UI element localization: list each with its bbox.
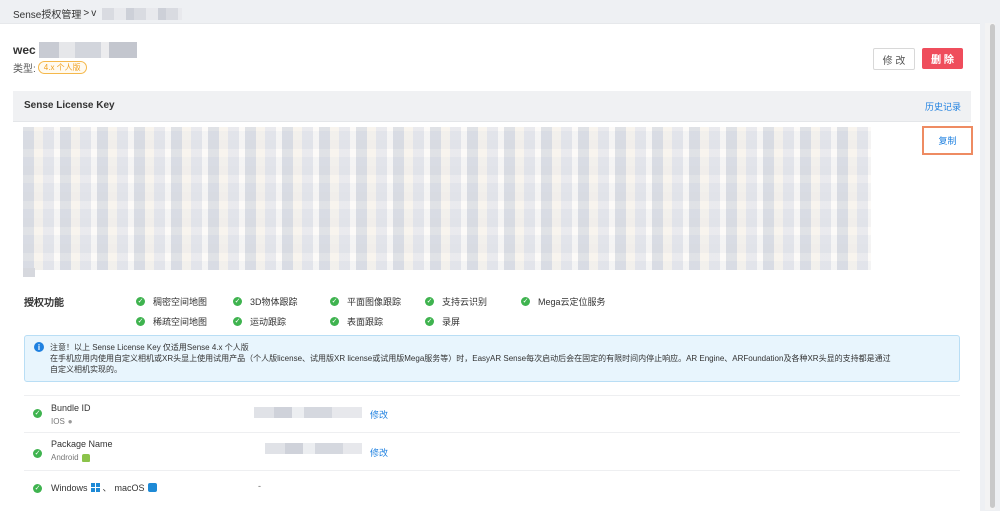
features-label: 授权功能 <box>24 298 64 309</box>
feature-item: ✓ 平面图像跟踪 <box>330 297 402 307</box>
delete-button[interactable]: 删 除 <box>922 48 963 69</box>
bundle-id-value-redacted <box>254 407 362 418</box>
breadcrumb-current: v <box>91 8 97 19</box>
breadcrumb-redacted <box>102 7 183 20</box>
check-icon: ✓ <box>425 317 434 326</box>
check-icon: ✓ <box>136 317 145 326</box>
notice-line-1: 注意！以上 Sense License Key 仅适用Sense 4.x 个人版 <box>50 343 249 352</box>
feature-item: ✓ 支持云识别 <box>425 297 488 307</box>
breadcrumb-separator: > <box>83 8 90 19</box>
check-icon: ✓ <box>233 297 242 306</box>
bundle-id-title: Bundle ID <box>51 403 91 413</box>
app-type-row: 类型: 4.x 个人版 <box>13 60 87 75</box>
android-icon <box>81 453 90 462</box>
license-key-value-redacted <box>23 127 871 270</box>
license-key-header: Sense License Key 历史记录 <box>13 91 971 122</box>
notice-line-2: 在手机应用内使用自定义相机或XR头显上使用试用产品（个人版license、试用版… <box>50 354 891 363</box>
check-icon: ✓ <box>233 317 242 326</box>
check-icon: ✓ <box>33 409 42 418</box>
check-icon: ✓ <box>330 297 339 306</box>
notice-banner: i 注意！以上 Sense License Key 仅适用Sense 4.x 个… <box>24 335 960 382</box>
android-platform: Android <box>51 453 90 462</box>
package-name-value-redacted <box>265 443 362 454</box>
type-badge: 4.x 个人版 <box>37 61 87 74</box>
check-icon: ✓ <box>33 449 42 458</box>
check-icon: ✓ <box>136 297 145 306</box>
macos-icon <box>147 483 157 492</box>
check-icon: ✓ <box>521 297 530 306</box>
copy-link[interactable]: 复制 <box>938 134 956 147</box>
desktop-value: - <box>258 481 261 491</box>
check-icon: ✓ <box>425 297 434 306</box>
check-icon: ✓ <box>33 484 42 493</box>
feature-item: ✓ 稀疏空间地图 <box>136 317 208 327</box>
divider <box>24 432 960 433</box>
apple-icon: ● <box>67 417 73 426</box>
scrollbar-thumb[interactable] <box>990 24 995 508</box>
windows-icon <box>90 483 100 492</box>
feature-item: ✓ 运动跟踪 <box>233 317 287 327</box>
edit-button[interactable]: 修 改 <box>873 48 915 70</box>
license-key-value-tail <box>23 268 35 277</box>
feature-item: ✓ 稠密空间地图 <box>136 297 208 307</box>
feature-item: ✓ 录屏 <box>425 317 461 327</box>
edit-bundle-id-link[interactable]: 修改 <box>370 408 388 421</box>
notice-line-3: 自定义相机实现的。 <box>50 365 122 374</box>
breadcrumb-root[interactable]: Sense授权管理 <box>13 6 81 21</box>
desktop-platforms: Windows 、 macOS <box>51 481 157 494</box>
app-name-redacted <box>38 42 137 58</box>
type-label: 类型: <box>13 64 36 75</box>
info-icon: i <box>34 342 44 352</box>
divider <box>24 470 960 471</box>
check-icon: ✓ <box>330 317 339 326</box>
breadcrumb: Sense授权管理 > v <box>13 6 183 21</box>
feature-item: ✓ 3D物体跟踪 <box>233 297 298 307</box>
edit-package-name-link[interactable]: 修改 <box>370 446 388 459</box>
license-key-title: Sense License Key <box>24 100 115 111</box>
app-name: wec <box>13 42 137 58</box>
feature-item: ✓ 表面跟踪 <box>330 317 384 327</box>
ios-platform: IOS ● <box>51 417 73 426</box>
app-name-text: wec <box>13 43 36 57</box>
feature-item: ✓ Mega云定位服务 <box>521 297 606 307</box>
copy-button[interactable]: 复制 <box>922 126 973 155</box>
history-link[interactable]: 历史记录 <box>925 100 961 113</box>
divider <box>24 395 960 396</box>
package-name-title: Package Name <box>51 439 113 449</box>
